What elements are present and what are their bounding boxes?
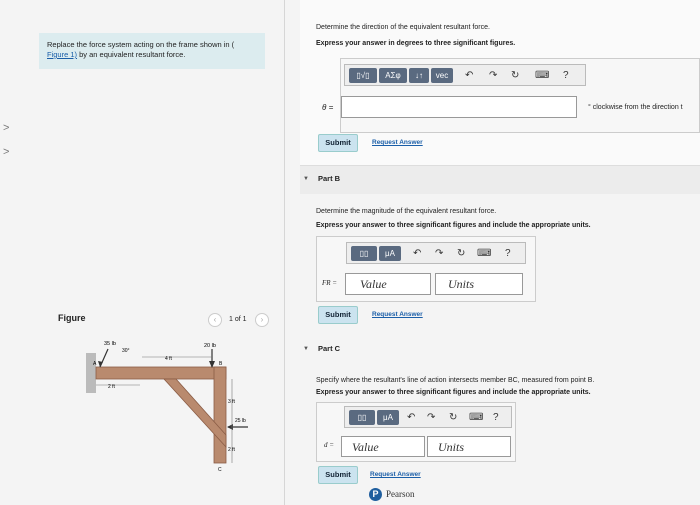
pearson-logo-icon: P [369, 488, 382, 501]
keyboard-icon[interactable]: ⌨ [469, 411, 483, 424]
d-value-input[interactable]: Value [341, 436, 425, 457]
part-a-toolbar: ▯√▯ ΑΣφ ↓↑ vec ↶ ↷ ↻ ⌨ ? [344, 64, 586, 86]
part-c-collapse-icon[interactable]: ▼ [303, 346, 309, 352]
d-units-input[interactable]: Units [427, 436, 511, 457]
template-button[interactable]: ▯▯ [349, 410, 375, 425]
value-placeholder: Value [360, 277, 387, 291]
label-b: B [219, 361, 223, 367]
figure-link[interactable]: Figure 1) [47, 50, 77, 59]
label-30deg: 30° [122, 348, 130, 354]
part-b-header[interactable] [300, 165, 700, 194]
undo-icon[interactable]: ↶ [407, 411, 415, 424]
units-button[interactable]: μA [379, 246, 401, 261]
part-b-title: Part B [318, 174, 341, 183]
units-placeholder: Units [438, 440, 465, 454]
expand-chevron-2[interactable]: > [3, 146, 9, 158]
greek-button[interactable]: ΑΣφ [379, 68, 407, 83]
keyboard-icon[interactable]: ⌨ [535, 69, 549, 82]
undo-icon[interactable]: ↶ [465, 69, 473, 82]
fr-value-input[interactable]: Value [345, 273, 431, 295]
value-placeholder: Value [352, 440, 379, 454]
theta-input[interactable] [341, 96, 577, 118]
reset-icon[interactable]: ↻ [449, 411, 457, 424]
redo-icon[interactable]: ↷ [435, 247, 443, 260]
fr-label: FR = [322, 279, 338, 287]
fr-units-input[interactable]: Units [435, 273, 523, 295]
problem-statement: Replace the force system acting on the f… [39, 33, 265, 69]
units-button[interactable]: μA [377, 410, 399, 425]
part-c-instruction: Express your answer to three significant… [316, 389, 591, 396]
part-c-submit-button[interactable]: Submit [318, 466, 358, 484]
label-25lb: 25 lb [235, 418, 246, 424]
theta-unit-text: ° clockwise from the direction t [588, 104, 683, 111]
keyboard-icon[interactable]: ⌨ [477, 247, 491, 260]
help-icon[interactable]: ? [563, 69, 569, 82]
part-b-toolbar: ▯▯ μA ↶ ↷ ↻ ⌨ ? [346, 242, 526, 264]
reset-icon[interactable]: ↻ [457, 247, 465, 260]
label-3ft: 3 ft [228, 399, 236, 405]
part-c-title: Part C [318, 344, 341, 353]
part-b-instruction: Express your answer to three significant… [316, 222, 591, 229]
undo-icon[interactable]: ↶ [413, 247, 421, 260]
label-2ft-bottom: 2 ft [228, 447, 236, 453]
redo-icon[interactable]: ↷ [427, 411, 435, 424]
prev-figure-button[interactable]: ‹ [208, 313, 222, 327]
wall [86, 353, 96, 393]
label-c: C [218, 467, 222, 473]
horizontal-member [95, 366, 227, 380]
pager-text: 1 of 1 [229, 316, 247, 323]
label-4ft: 4 ft [165, 356, 173, 362]
label-2ft: 2 ft [108, 384, 116, 390]
part-b-request-answer-link[interactable]: Request Answer [372, 311, 423, 318]
template-button[interactable]: ▯▯ [351, 246, 377, 261]
units-placeholder: Units [448, 277, 475, 291]
template-button[interactable]: ▯√▯ [349, 68, 377, 83]
reset-icon[interactable]: ↻ [511, 69, 519, 82]
label-a: A [93, 361, 97, 367]
next-figure-button[interactable]: › [255, 313, 269, 327]
vec-button[interactable]: vec [431, 68, 453, 83]
part-a-request-answer-link[interactable]: Request Answer [372, 139, 423, 146]
vertical-member-bc [213, 366, 227, 464]
figure-heading: Figure [58, 313, 86, 323]
part-c-toolbar: ▯▯ μA ↶ ↷ ↻ ⌨ ? [344, 406, 512, 428]
help-icon[interactable]: ? [505, 247, 511, 260]
redo-icon[interactable]: ↷ [489, 69, 497, 82]
arrows-button[interactable]: ↓↑ [409, 68, 429, 83]
part-a-question: Determine the direction of the equivalen… [316, 24, 490, 31]
part-b-collapse-icon[interactable]: ▼ [303, 176, 309, 182]
label-35lb: 35 lb [104, 341, 116, 347]
theta-label: θ = [322, 103, 334, 112]
frame-figure: 35 lb 30° 20 lb 4 ft 2 ft A B 3 ft 25 lb… [86, 341, 248, 473]
column-divider [284, 0, 285, 505]
part-a-instruction: Express your answer in degrees to three … [316, 40, 516, 47]
part-c-request-answer-link[interactable]: Request Answer [370, 471, 421, 478]
part-b-question: Determine the magnitude of the equivalen… [316, 208, 497, 215]
problem-text: Replace the force system acting on the f… [47, 40, 235, 49]
pearson-brand: Pearson [386, 489, 415, 499]
part-b-submit-button[interactable]: Submit [318, 306, 358, 324]
help-icon[interactable]: ? [493, 411, 499, 424]
part-c-question: Specify where the resultant's line of ac… [316, 377, 595, 384]
part-a-submit-button[interactable]: Submit [318, 134, 358, 152]
problem-text-rest: by an equivalent resultant force. [77, 50, 186, 59]
label-20lb: 20 lb [204, 343, 216, 349]
expand-chevron-1[interactable]: > [3, 122, 9, 134]
d-label: d = [324, 441, 334, 449]
